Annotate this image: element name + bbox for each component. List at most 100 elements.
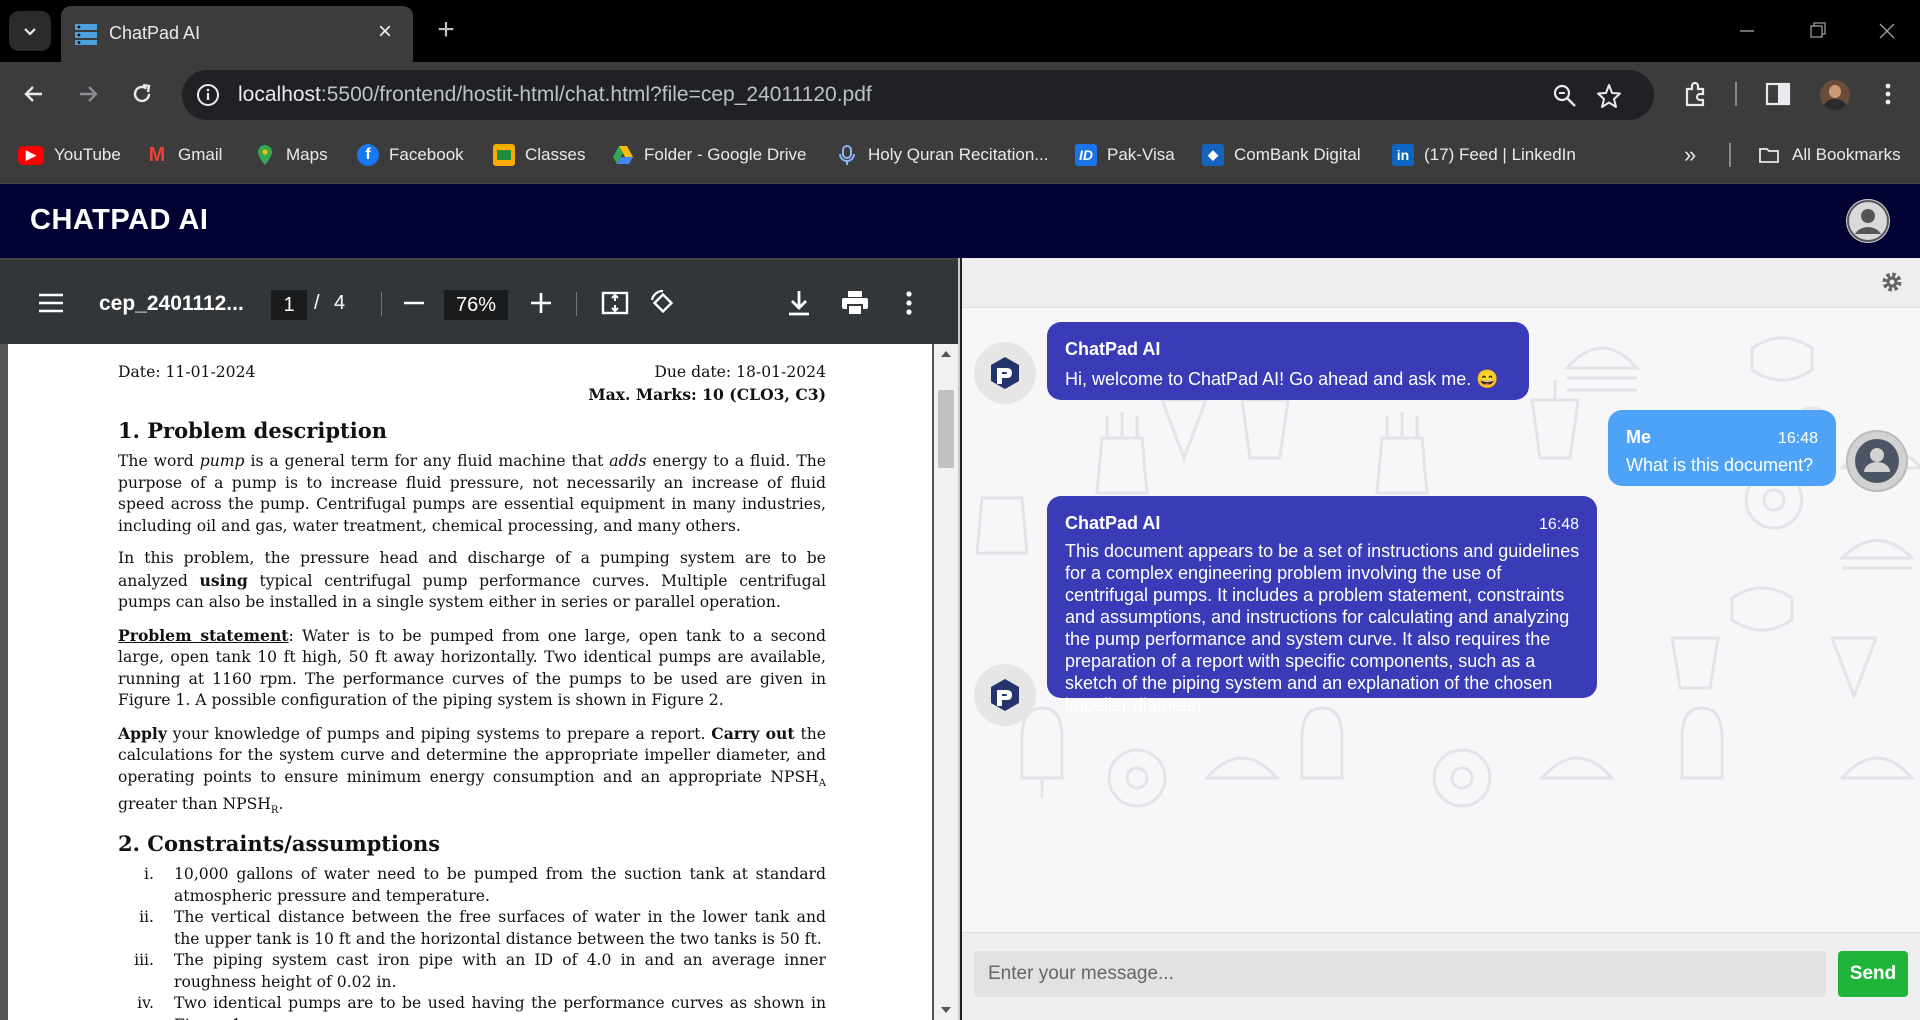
bookmark-label: Holy Quran Recitation... [868,145,1049,164]
hotdog-doodle-icon [1750,336,1814,382]
chat-message-user: Me 16:48 What is this document? [1608,410,1836,486]
zoom-icon[interactable] [1552,83,1578,109]
bookmark-gmail[interactable]: M Gmail [146,141,223,169]
arrow-left-icon [24,86,42,102]
page-number-input[interactable]: 1 [271,290,307,320]
download-icon[interactable] [784,288,814,318]
id-icon: ID [1075,144,1097,166]
page-separator: / [314,292,320,314]
more-options-icon[interactable] [894,288,924,318]
list-item: iv. Two identical pumps are to be used ha… [137,994,826,1020]
gear-icon[interactable] [1880,270,1904,294]
profile-avatar[interactable] [1820,80,1850,110]
user-avatar [1846,430,1908,492]
bot-avatar [974,342,1036,404]
bookmark-quran[interactable]: Holy Quran Recitation... [836,141,1048,169]
forward-button[interactable] [70,76,106,112]
drive-icon [613,146,633,164]
back-button[interactable] [16,76,52,112]
browser-tab-active[interactable]: ChatPad AI × [61,6,413,62]
all-bookmarks-label: All Bookmarks [1792,145,1901,164]
chat-message-bot: ChatPad AI 16:48 This document appears t… [1047,496,1597,715]
icecream-doodle-icon [1829,636,1879,701]
paragraph: Apply your knowledge of pumps and piping… [118,723,826,817]
pdf-scrollbar[interactable] [934,344,958,1020]
pdf-scrollbar-thumb[interactable] [938,390,954,468]
message-sender: Me [1626,427,1652,447]
paragraph: The word pump is a general term for any … [118,452,826,535]
fit-page-icon[interactable] [600,288,630,318]
bookmark-youtube[interactable]: ▶ YouTube [18,141,121,169]
close-window-icon[interactable] [1872,18,1902,44]
youtube-icon: ▶ [18,145,44,165]
address-bar[interactable]: localhost:5500/frontend/hostit-html/chat… [182,70,1654,120]
message-input[interactable] [974,951,1826,997]
tab-title: ChatPad AI [109,23,201,43]
app-title: CHATPAD AI [30,204,209,236]
burger-doodle-icon [1563,346,1641,392]
scroll-up-icon[interactable] [940,350,952,358]
paragraph: Problem statement: Water is to be pumped… [118,625,826,710]
bookmark-linkedin[interactable]: in (17) Feed | LinkedIn [1392,141,1576,169]
bookmark-maps[interactable]: Maps [254,141,328,169]
tab-search-button[interactable] [9,11,51,51]
list-item: i. 10,000 gallons of water need to be pum… [144,865,826,905]
bookmark-label: Maps [286,145,328,164]
bookmark-label: Classes [525,145,586,164]
bookmarks-bar: ▶ YouTube M Gmail Maps f Facebook Classes F… [0,126,1920,184]
bookmark-drive[interactable]: Folder - Google Drive [612,141,807,169]
tab-close-icon[interactable]: × [371,18,399,46]
chat-input-bar: Send [962,932,1920,1020]
url-text[interactable]: localhost:5500/frontend/hostit-html/chat… [238,83,872,107]
bookmark-pak-visa[interactable]: ID Pak-Visa [1075,141,1175,169]
pdf-menu-icon[interactable] [36,288,66,318]
chat-message-bot: ChatPad AI Hi, welcome to ChatPad AI! Go… [1047,322,1529,400]
more-bookmarks-chevron-icon[interactable]: » [1684,141,1696,169]
section-heading: 2. Constraints/assumptions [118,830,441,856]
bookmark-facebook[interactable]: f Facebook [357,141,464,169]
bookmark-combank[interactable]: ◆ ComBank Digital [1202,141,1361,169]
paragraph: In this problem, the pressure head and d… [118,549,826,611]
bookmark-classes[interactable]: Classes [493,141,585,169]
popsicle-doodle-icon [1300,706,1344,780]
bookmark-label: Facebook [389,145,464,164]
burger-doodle-icon [1838,539,1916,570]
zoom-level[interactable]: 76% [444,290,508,320]
minimize-icon[interactable] [1732,18,1762,44]
cup-doodle-icon [1240,398,1290,460]
site-info-icon[interactable] [196,83,220,107]
reload-button[interactable] [124,76,160,112]
message-text: Hi, welcome to ChatPad AI! Go ahead and … [1065,369,1499,389]
message-text: This document appears to be a set of ins… [1065,541,1580,715]
bookmark-label: (17) Feed | LinkedIn [1424,145,1576,164]
bookmark-label: Pak-Visa [1107,145,1175,164]
zoom-out-icon[interactable] [399,288,429,318]
maps-icon [258,145,272,165]
chatpad-logo-icon [991,357,1019,389]
toolbar-divider [576,292,577,316]
message-text: What is this document? [1626,455,1814,475]
bookmark-star-icon[interactable] [1596,83,1622,109]
hotdog-doodle-icon [1730,586,1794,632]
classroom-icon [493,144,515,166]
new-tab-button[interactable]: + [430,14,462,46]
side-panel-icon[interactable] [1764,80,1792,108]
toolbar-divider [381,292,382,316]
url-host: localhost [238,83,321,106]
user-avatar-button[interactable] [1846,199,1890,243]
taco-doodle-icon [1538,756,1616,780]
all-bookmarks-button[interactable]: All Bookmarks [1756,141,1901,169]
scroll-down-icon[interactable] [940,1006,952,1014]
send-button[interactable]: Send [1838,951,1908,997]
zoom-in-icon[interactable] [526,288,556,318]
pdf-toolbar: cep_2401112... 1 / 4 76% [0,258,958,344]
rotate-icon[interactable] [648,288,678,318]
popsicle-doodle-icon [1020,706,1064,798]
pdf-date: Date: 11-01-2024 [118,363,256,381]
restore-icon[interactable] [1802,18,1832,44]
browser-menu-icon[interactable] [1874,80,1902,108]
message-sender: ChatPad AI [1065,513,1161,533]
print-icon[interactable] [840,288,870,318]
extensions-icon[interactable] [1682,80,1710,108]
reload-icon [133,83,151,103]
